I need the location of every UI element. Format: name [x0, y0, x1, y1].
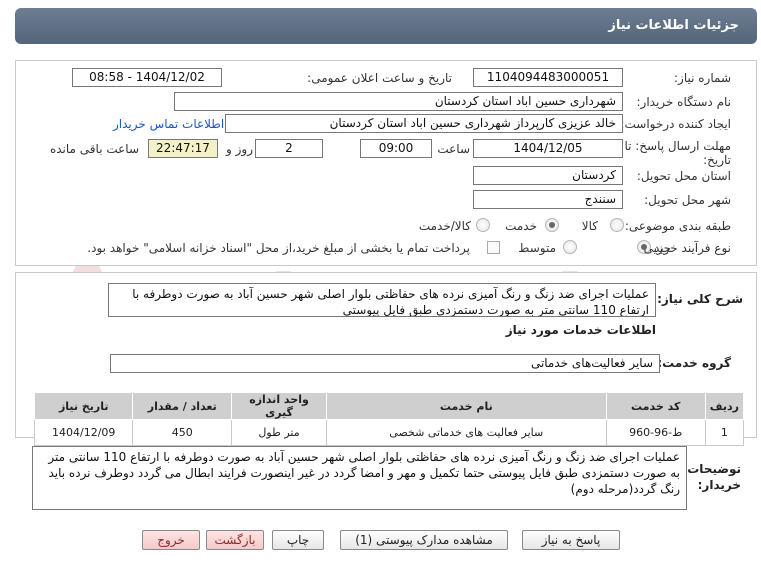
services-table: ردیف کد خدمت نام خدمت واحد اندازه گیری ت… [33, 392, 745, 446]
reply-to-need-button[interactable]: پاسخ به نیاز [522, 530, 620, 550]
category-radio-service[interactable] [545, 218, 559, 232]
col-quantity: تعداد / مقدار [132, 392, 233, 420]
col-service-code: کد خدمت [605, 392, 706, 420]
process-option-medium: متوسط [518, 241, 556, 255]
remaining-time-label: ساعت باقی مانده [49, 142, 139, 156]
request-info-panel [15, 60, 757, 266]
category-radio-goods[interactable] [610, 218, 624, 232]
requester-field[interactable]: خالد عزیزی کارپرداز شهرداری حسین اباد اس… [225, 114, 623, 133]
days-label: روز و [226, 142, 253, 156]
city-field[interactable]: سنندج [473, 190, 623, 209]
province-label: استان محل تحویل: [636, 169, 731, 183]
cell-need-date: 1404/12/09 [33, 419, 134, 446]
services-table-header: ردیف کد خدمت نام خدمت واحد اندازه گیری ت… [33, 392, 745, 420]
summary-label: شرح کلی نیاز: [657, 292, 743, 306]
process-radio-medium[interactable] [563, 240, 577, 254]
cell-quantity: 450 [132, 419, 233, 446]
treasury-payment-checkbox[interactable] [487, 241, 500, 254]
table-row[interactable]: 1 ط-96-960 سایر فعالیت های خدماتی شخصی م… [33, 419, 745, 446]
days-remaining-field[interactable]: 2 [255, 139, 323, 158]
need-number-label: شماره نیاز: [674, 71, 731, 85]
summary-textarea[interactable]: عملیات اجرای ضد زنگ و رنگ آمیزی نرده های… [108, 283, 656, 317]
back-button[interactable]: بازگشت [206, 530, 264, 550]
need-details-page: AriaTender.net جزئیات اطلاعات نیاز شماره… [0, 0, 761, 566]
exit-button[interactable]: خروج [142, 530, 200, 550]
service-group-label: گروه خدمت: [657, 356, 731, 370]
need-number-field[interactable]: 1104094483000051 [473, 68, 623, 87]
deadline-time-field[interactable]: 09:00 [360, 139, 432, 158]
category-label: طبقه بندی موضوعی: [624, 219, 731, 233]
category-radio-goods-service[interactable] [476, 218, 490, 232]
category-option-service: خدمت [505, 219, 537, 233]
province-field[interactable]: کردستان [473, 166, 623, 185]
announce-label: تاریخ و ساعت اعلان عمومی: [307, 71, 452, 85]
buyer-notes-label-line1: توضیحات [687, 462, 741, 476]
buyer-notes-textarea[interactable]: عملیات اجرای ضد زنگ و رنگ آمیزی نرده های… [32, 446, 687, 510]
col-service-name: نام خدمت [325, 392, 607, 420]
category-option-goods: کالا [581, 219, 598, 233]
view-attachments-button[interactable]: مشاهده مدارک پیوستی (1) [340, 530, 508, 550]
requester-label: ایجاد کننده درخواست: [620, 117, 731, 131]
process-option-minor: جزیی [643, 241, 671, 255]
deadline-label-line2: تاریخ: [703, 153, 731, 167]
category-option-goods-service: کالا/خدمت [418, 219, 471, 233]
deadline-time-label: ساعت [437, 142, 470, 156]
buyer-org-field[interactable]: شهرداری حسین اباد استان کردستان [174, 92, 623, 111]
city-label: شهر محل تحویل: [644, 193, 731, 207]
cell-service-code: ط-96-960 [605, 419, 706, 446]
window-title: جزئیات اطلاعات نیاز [15, 8, 757, 44]
col-row: ردیف [704, 392, 745, 420]
cell-unit: متر طول [231, 419, 327, 446]
service-group-field[interactable]: سایر فعالیت‌های خدماتی [110, 354, 660, 373]
cell-row: 1 [704, 419, 745, 446]
announce-datetime-field[interactable]: 1404/12/02 - 08:58 [72, 68, 222, 87]
print-button[interactable]: چاپ [272, 530, 324, 550]
buyer-org-label: نام دستگاه خریدار: [636, 95, 732, 109]
col-need-date: تاریخ نیاز [33, 392, 134, 420]
remaining-time-field: 22:47:17 [148, 139, 218, 158]
treasury-payment-text: پرداخت تمام یا بخشی از مبلغ خرید،از محل … [87, 241, 470, 255]
col-unit: واحد اندازه گیری [231, 392, 327, 420]
buyer-notes-label-line2: خریدار: [697, 478, 741, 492]
cell-service-name: سایر فعالیت های خدماتی شخصی [325, 419, 607, 446]
contact-info-link[interactable]: اطلاعات تماس خریدار [113, 117, 224, 131]
deadline-date-field[interactable]: 1404/12/05 [473, 139, 623, 158]
deadline-label-line1: مهلت ارسال پاسخ: تا [624, 139, 731, 153]
services-section-title: اطلاعات خدمات مورد نیاز [505, 323, 656, 337]
